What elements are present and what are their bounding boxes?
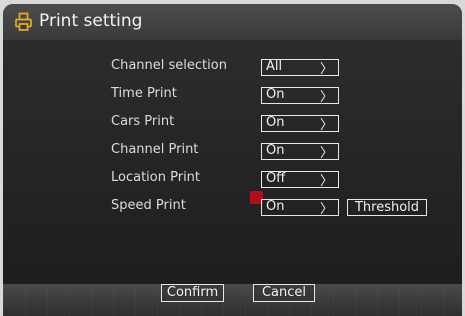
confirm-button[interactable]: Confirm (161, 284, 224, 302)
select-value: On (266, 87, 285, 102)
chevron-right-icon: 〉 (319, 174, 333, 189)
speed-print-select[interactable]: On 〉 (261, 199, 339, 217)
print-setting-dialog: Print setting Channel selection All 〉 Ti… (3, 4, 462, 316)
time-print-select[interactable]: On 〉 (261, 87, 339, 105)
select-value: On (266, 199, 285, 214)
select-value: On (266, 143, 285, 158)
location-print-select[interactable]: Off 〉 (261, 171, 339, 189)
select-value: All (266, 59, 283, 74)
threshold-button[interactable]: Threshold (347, 199, 427, 216)
chevron-right-icon: 〉 (319, 146, 333, 161)
dialog-footer: Confirm Cancel (3, 284, 462, 316)
title-bar: Print setting (3, 4, 462, 41)
setting-label-channel-print: Channel Print (111, 142, 199, 157)
setting-label-location-print: Location Print (111, 170, 201, 185)
chevron-right-icon: 〉 (319, 90, 333, 105)
setting-label-time-print: Time Print (111, 86, 177, 101)
setting-label-cars-print: Cars Print (111, 114, 175, 129)
select-value: On (266, 115, 285, 130)
channel-selection-select[interactable]: All 〉 (261, 59, 339, 77)
printer-icon (15, 12, 32, 31)
channel-print-select[interactable]: On 〉 (261, 143, 339, 161)
select-value: Off (266, 171, 286, 186)
setting-label-channel-selection: Channel selection (111, 58, 227, 73)
chevron-right-icon: 〉 (319, 62, 333, 77)
setting-label-speed-print: Speed Print (111, 198, 186, 213)
dialog-title: Print setting (39, 11, 143, 31)
cancel-button[interactable]: Cancel (253, 284, 315, 302)
settings-panel: Channel selection All 〉 Time Print On 〉 … (3, 41, 462, 284)
cars-print-select[interactable]: On 〉 (261, 115, 339, 133)
chevron-right-icon: 〉 (319, 118, 333, 133)
chevron-right-icon: 〉 (319, 202, 333, 217)
